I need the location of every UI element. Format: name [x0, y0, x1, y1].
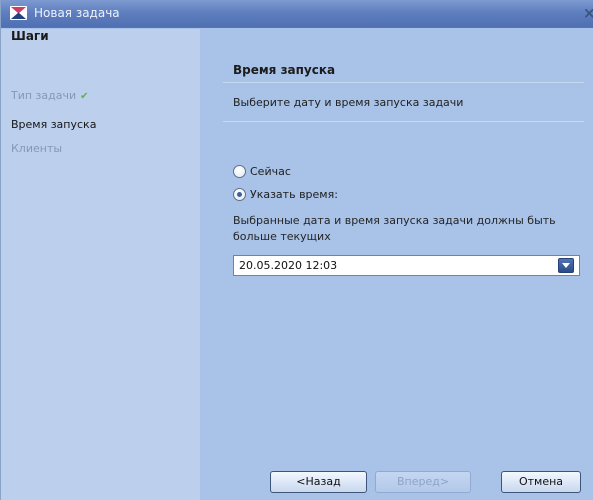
step-clients: Клиенты: [11, 142, 63, 155]
new-task-window: Новая задача × Шаги Тип задачи✔ Время за…: [0, 0, 593, 500]
next-button[interactable]: Вперед>: [375, 471, 471, 493]
step-task-type: Тип задачи ✔: [11, 89, 89, 102]
back-button[interactable]: <Назад: [270, 471, 367, 493]
close-icon[interactable]: ×: [583, 5, 593, 21]
check-icon: ✔: [80, 91, 89, 102]
window-title: Новая задача: [34, 6, 120, 20]
radio-now[interactable]: [233, 164, 246, 178]
subtitle-divider: [223, 121, 584, 122]
radio-specify-label[interactable]: Указать время:: [250, 188, 338, 201]
radio-specify-option[interactable]: Указать время:: [233, 186, 338, 202]
radio-now-label[interactable]: Сейчас: [250, 165, 291, 178]
cancel-button[interactable]: Отмена: [501, 471, 581, 493]
datetime-value[interactable]: 20.05.2020 12:03: [239, 259, 337, 272]
datetime-picker[interactable]: 20.05.2020 12:03: [233, 255, 580, 276]
time-note: Выбранные дата и время запуска задачи до…: [233, 214, 556, 243]
radio-specify-time[interactable]: [233, 187, 246, 201]
title-bar[interactable]: Новая задача ×: [1, 0, 593, 28]
steps-title: Шаги: [11, 29, 49, 43]
section-subtitle: Выберите дату и время запуска задачи: [233, 96, 464, 109]
radio-now-option[interactable]: Сейчас: [233, 163, 291, 179]
step-launch-time: Время запуска: [11, 118, 97, 131]
chevron-down-icon[interactable]: [558, 258, 574, 273]
step-label: Тип задачи: [11, 89, 77, 102]
section-title: Время запуска: [233, 63, 336, 77]
app-logo-icon: [10, 6, 27, 20]
header-divider: [223, 82, 584, 83]
